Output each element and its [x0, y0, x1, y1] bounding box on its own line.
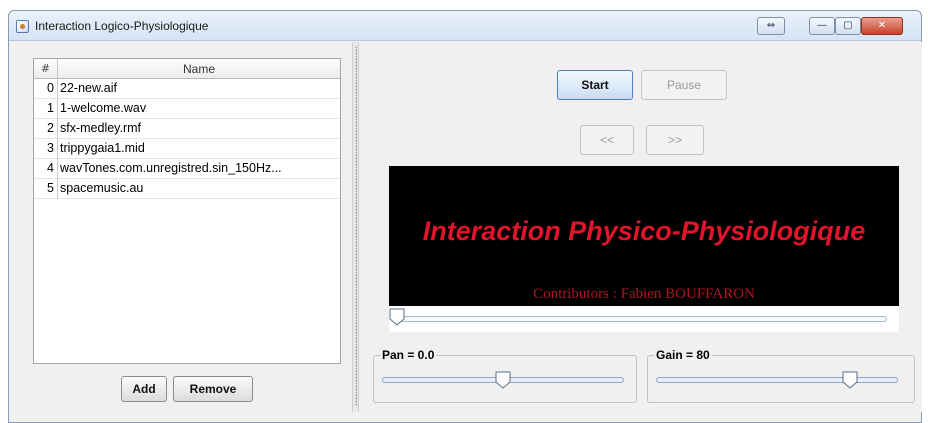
row-name: 22-new.aif — [60, 81, 117, 95]
row-index: 0 — [34, 79, 58, 99]
row-index: 3 — [34, 139, 58, 159]
table-row[interactable]: 3 trippygaia1.mid — [34, 139, 340, 159]
row-name: spacemusic.au — [60, 181, 144, 195]
gain-slider-track[interactable] — [656, 377, 898, 383]
start-button[interactable]: Start — [557, 70, 633, 100]
maximize-button[interactable]: ▢ — [835, 17, 861, 35]
row-name: wavTones.com.unregistred.sin_150Hz... — [60, 161, 282, 175]
row-name: sfx-medley.rmf — [60, 121, 142, 135]
row-name: 1-welcome.wav — [60, 101, 147, 115]
playlist-table[interactable]: # Name 0 22-new.aif 1 1-welcome.wav 2 sfx-med… — [33, 58, 341, 364]
table-row[interactable]: 0 22-new.aif — [34, 79, 340, 99]
next-button[interactable]: >> — [646, 125, 704, 155]
pan-control: Pan = 0.0 — [373, 348, 637, 403]
display-title: Interaction Physico-Physiologique — [422, 216, 866, 246]
playlist-panel: # Name 0 22-new.aif 1 1-welcome.wav 2 sfx-med… — [9, 42, 352, 412]
title-bar[interactable]: Interaction Logico-Physiologique ⇔ — ▢ ✕ — [9, 11, 921, 41]
window-title: Interaction Logico-Physiologique — [35, 19, 209, 33]
position-slider-track[interactable] — [397, 316, 887, 322]
remove-button[interactable]: Remove — [173, 376, 253, 402]
row-name: trippygaia1.mid — [60, 141, 145, 155]
restore-button[interactable]: ⇔ — [757, 17, 785, 35]
split-pane-divider[interactable] — [352, 42, 359, 412]
table-row[interactable]: 1 1-welcome.wav — [34, 99, 340, 119]
table-body: 0 22-new.aif 1 1-welcome.wav 2 sfx-medley.rmf… — [34, 79, 340, 199]
pause-button[interactable]: Pause — [641, 70, 727, 100]
gain-label: Gain = 80 — [654, 348, 712, 362]
row-index: 2 — [34, 119, 58, 139]
gain-slider-thumb[interactable] — [842, 371, 858, 389]
previous-button[interactable]: << — [580, 125, 634, 155]
main-window: Interaction Logico-Physiologique ⇔ — ▢ ✕… — [8, 10, 922, 423]
position-slider[interactable] — [389, 306, 899, 332]
now-playing-display: Interaction Physico-Physiologique Contri… — [389, 166, 899, 306]
pan-slider-thumb[interactable] — [495, 371, 511, 389]
row-index: 1 — [34, 99, 58, 119]
java-app-icon — [16, 20, 29, 33]
player-panel: Start Pause << >> Interaction Physico-Ph… — [359, 42, 922, 412]
add-button[interactable]: Add — [121, 376, 167, 402]
gain-control: Gain = 80 — [647, 348, 915, 403]
table-row[interactable]: 4 wavTones.com.unregistred.sin_150Hz... — [34, 159, 340, 179]
column-header-name[interactable]: Name — [58, 59, 340, 79]
display-contributors: Contributors : Fabien BOUFFARON — [533, 286, 755, 302]
row-index: 5 — [34, 179, 58, 199]
column-header-index[interactable]: # — [34, 59, 58, 79]
minimize-button[interactable]: — — [809, 17, 835, 35]
table-row[interactable]: 2 sfx-medley.rmf — [34, 119, 340, 139]
position-slider-thumb[interactable] — [389, 308, 405, 326]
row-index: 4 — [34, 159, 58, 179]
table-row[interactable]: 5 spacemusic.au — [34, 179, 340, 199]
table-header: # Name — [34, 59, 340, 79]
pan-label: Pan = 0.0 — [380, 348, 437, 362]
close-button[interactable]: ✕ — [861, 17, 903, 35]
